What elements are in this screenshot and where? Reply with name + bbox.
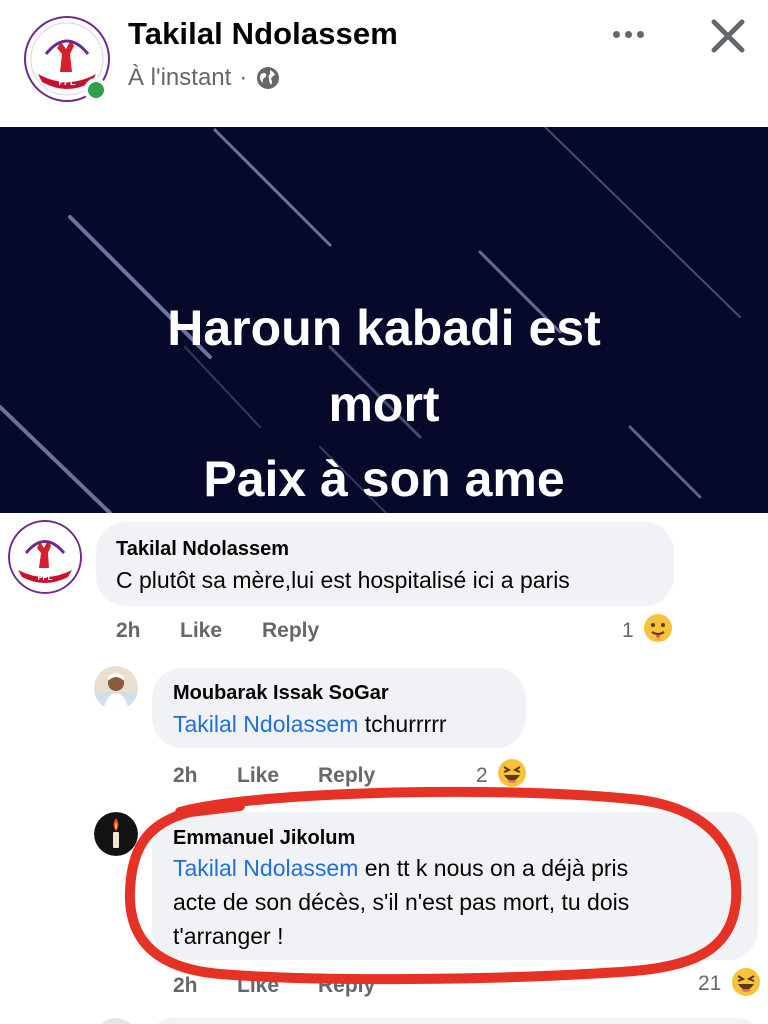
like-button[interactable]: Like xyxy=(237,764,279,788)
post-timestamp[interactable]: À l'instant xyxy=(128,64,231,92)
reaction-count[interactable]: 2 xyxy=(476,764,488,788)
comment-author[interactable]: Takilal Ndolassem xyxy=(116,538,289,561)
next-comment-bubble xyxy=(152,1018,758,1024)
comment-time[interactable]: 2h xyxy=(116,619,141,643)
comment-body: tchurrrrr xyxy=(364,711,447,737)
comment-avatar[interactable]: FPL xyxy=(8,520,82,594)
svg-text:FPL: FPL xyxy=(37,573,52,582)
globe-icon xyxy=(257,67,280,89)
comment-author[interactable]: Moubarak Issak SoGar xyxy=(173,682,389,705)
comment-text: C plutôt sa mère,lui est hospitalisé ici… xyxy=(116,567,570,593)
post-header: FPL Takilal Ndolassem À l'instant · xyxy=(0,0,768,127)
online-status-dot xyxy=(84,78,108,102)
comment-avatar[interactable] xyxy=(94,666,138,710)
comment-avatar[interactable] xyxy=(94,1018,138,1024)
reply-button[interactable]: Reply xyxy=(318,974,375,998)
reaction-count[interactable]: 1 xyxy=(622,619,634,643)
comment-text: Takilal Ndolassem tchurrrrr xyxy=(173,707,447,741)
comment-text-line-3: t'arranger ! xyxy=(173,923,284,949)
comment-time[interactable]: 2h xyxy=(173,974,198,998)
comment-text-line-1: Takilal Ndolassem en tt k nous on a déjà… xyxy=(173,851,628,885)
reply-button[interactable]: Reply xyxy=(318,764,375,788)
post-image[interactable]: Haroun kabadi est mort Paix à son ame xyxy=(0,127,768,513)
comment-body: en tt k nous on a déjà pris xyxy=(364,855,629,881)
care-emoji-icon[interactable] xyxy=(642,612,674,644)
comment-mention[interactable]: Takilal Ndolassem xyxy=(173,711,358,737)
meta-separator: · xyxy=(239,64,248,91)
image-text-line-1: Haroun kabadi est xyxy=(167,300,601,356)
reply-button[interactable]: Reply xyxy=(262,619,319,643)
comment-time[interactable]: 2h xyxy=(173,764,198,788)
haha-emoji-icon[interactable] xyxy=(730,966,762,998)
like-button[interactable]: Like xyxy=(237,974,279,998)
reaction-count[interactable]: 21 xyxy=(698,972,721,996)
post-author-name[interactable]: Takilal Ndolassem xyxy=(128,16,398,52)
image-text-line-2: mort xyxy=(328,376,440,432)
comment-author[interactable]: Emmanuel Jikolum xyxy=(173,827,355,850)
svg-text:FPL: FPL xyxy=(59,77,77,87)
more-options-icon xyxy=(612,30,620,38)
like-button[interactable]: Like xyxy=(180,619,222,643)
comment-mention[interactable]: Takilal Ndolassem xyxy=(173,855,358,881)
haha-emoji-icon[interactable] xyxy=(496,757,528,789)
more-options-button[interactable] xyxy=(600,12,656,56)
comment-avatar[interactable] xyxy=(94,812,138,856)
comment-text-line-2: acte de son décès, s'il n'est pas mort, … xyxy=(173,889,630,915)
post-meta: À l'instant · xyxy=(128,64,281,92)
close-icon[interactable] xyxy=(700,8,756,64)
image-text-line-3: Paix à son ame xyxy=(203,451,565,507)
